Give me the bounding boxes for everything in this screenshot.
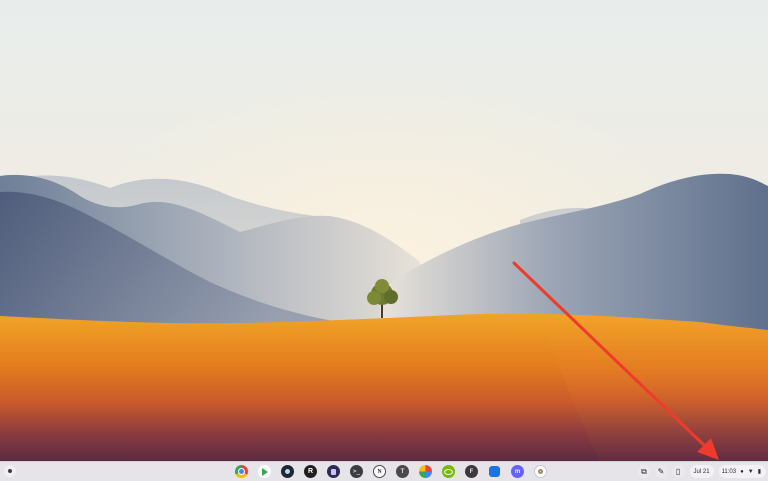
wifi-icon: ▼ [747,468,754,475]
play-store-icon[interactable] [258,465,271,478]
roblox-icon[interactable]: R [304,465,317,478]
phone-hub-icon[interactable]: ▯ [671,465,685,478]
status-area[interactable]: 11:03 ● ▼ ▮ [718,465,766,478]
date-button[interactable]: Jul 21 [689,465,714,478]
launcher-button[interactable] [4,465,16,477]
terminal-icon[interactable]: >_ [350,465,363,478]
time-label: 11:03 [721,468,737,475]
circle-launcher-icon [8,469,12,473]
blue-square-icon[interactable] [488,465,501,478]
date-label: Jul 21 [693,468,710,475]
stylus-pen-icon[interactable]: ✎ [654,465,668,478]
notion-icon[interactable]: N [373,465,386,478]
settings-icon[interactable] [534,465,547,478]
notification-dot-icon: ● [740,468,744,475]
photos-icon[interactable] [419,465,432,478]
chrome-icon[interactable] [235,465,248,478]
desktop-wallpaper [0,0,768,462]
dark-app-icon[interactable] [327,465,340,478]
battery-icon: ▮ [757,468,761,475]
status-tray: ⧉ ✎ ▯ Jul 21 11:03 ● ▼ ▮ [634,464,766,479]
desks-icon[interactable]: ⧉ [637,465,651,478]
steam-icon[interactable] [281,465,294,478]
shelf: R >_ N T F m ⧉ ✎ ▯ Jul 21 11:03 ● ▼ ▮ [0,461,768,481]
t-app-icon[interactable]: T [396,465,409,478]
nvidia-icon[interactable] [442,465,455,478]
shelf-apps: R >_ N T F m [230,464,552,479]
mastodon-icon[interactable]: m [511,465,524,478]
f-app-icon[interactable]: F [465,465,478,478]
